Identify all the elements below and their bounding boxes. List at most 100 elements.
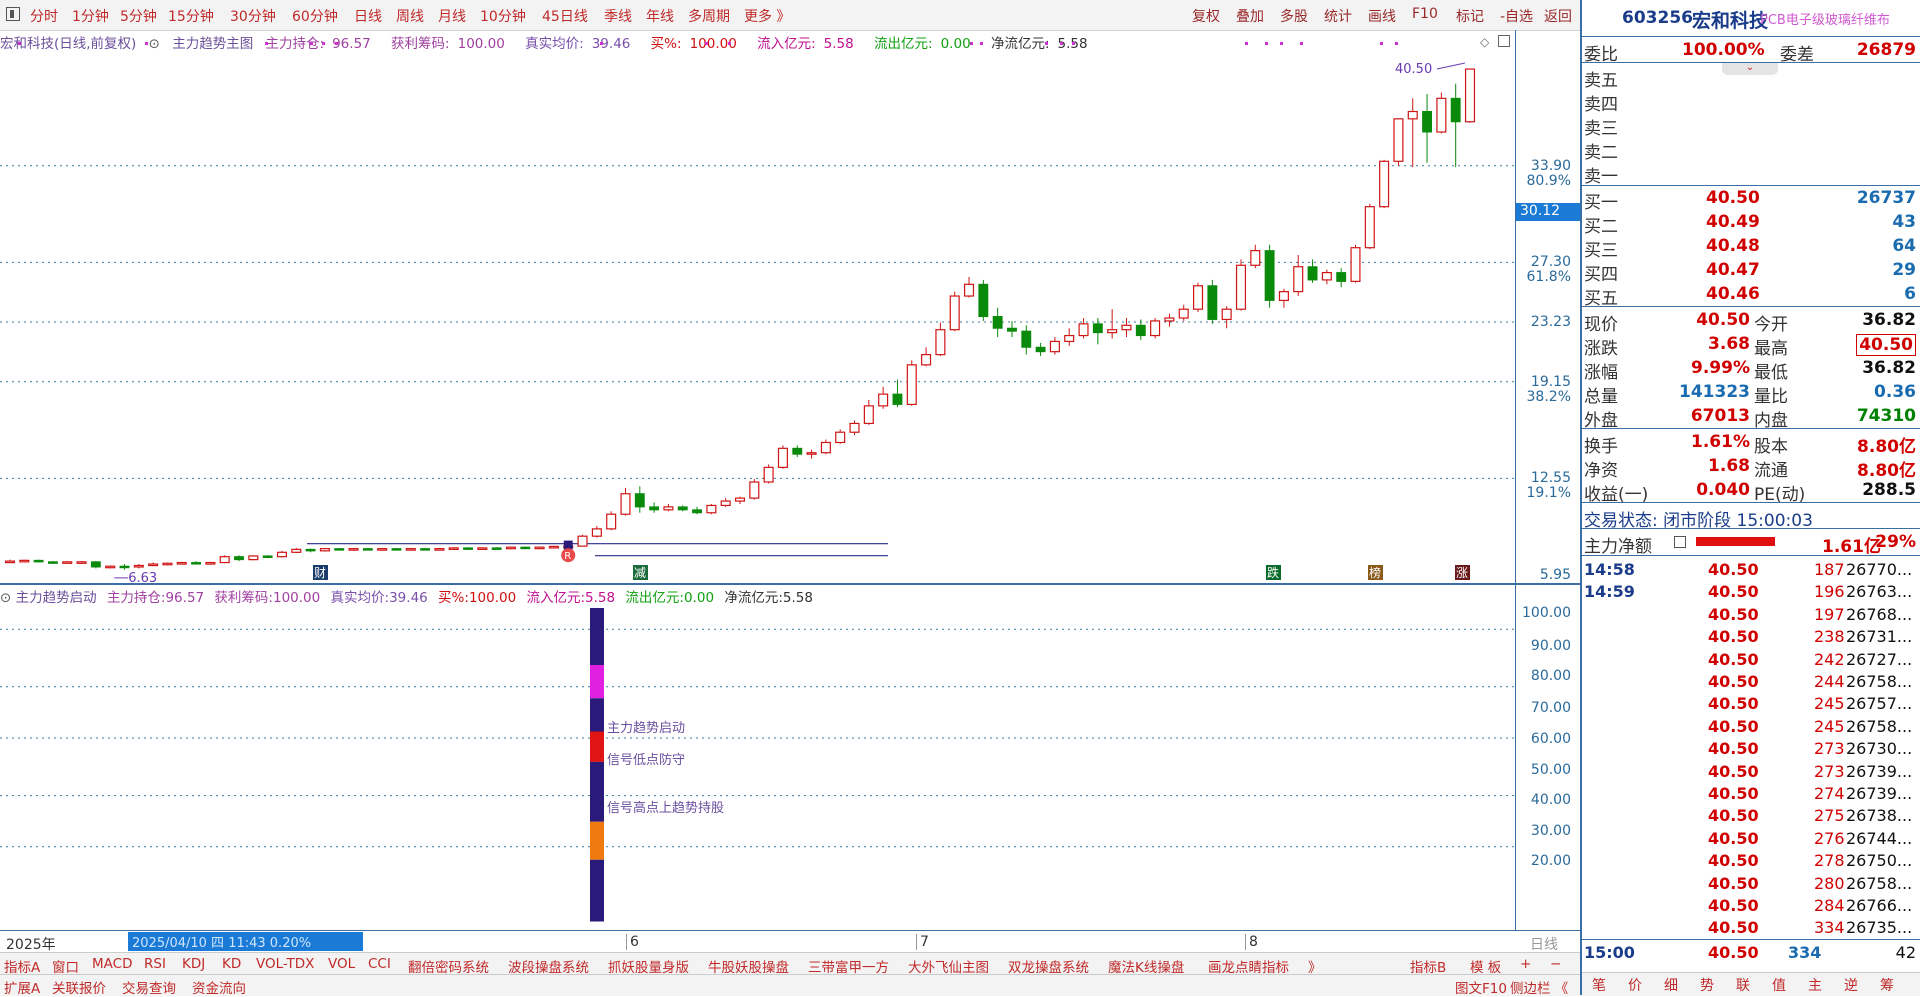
candle-body-up xyxy=(1464,68,1476,123)
indicator-tab[interactable]: MACD xyxy=(92,956,132,972)
bottom-tab[interactable]: 侧边栏 《 xyxy=(1510,977,1568,997)
period-tab[interactable]: 月线 xyxy=(438,6,466,26)
stat-value: 74310 xyxy=(1856,406,1916,426)
candle-body-up xyxy=(448,547,459,551)
panel-toggle-icon[interactable] xyxy=(6,7,20,21)
buy-row[interactable]: 买五 40.46 6 xyxy=(1582,282,1920,309)
high-pointer xyxy=(1436,62,1466,70)
period-tab[interactable]: 分时 xyxy=(30,6,58,26)
period-tab[interactable]: 日线 xyxy=(354,6,382,26)
toolbar-button[interactable]: 返回 xyxy=(1544,6,1572,26)
indicator-tab[interactable]: 双龙操盘系统 xyxy=(1008,956,1089,976)
indicator-tab[interactable]: 画龙点睛指标 xyxy=(1208,956,1289,976)
quote-footer-tab[interactable]: 联 xyxy=(1736,975,1750,995)
indicator-tab[interactable]: RSI xyxy=(144,956,166,972)
indicator-tab[interactable]: VOL-TDX xyxy=(256,956,314,972)
indicator-tab[interactable]: − xyxy=(1550,956,1561,972)
indicator-tab[interactable]: 指标B xyxy=(1410,956,1446,976)
indicator-tab[interactable]: VOL xyxy=(328,956,355,972)
stat-value: 288.5 xyxy=(1862,480,1916,500)
signal-bar-segment xyxy=(590,698,604,732)
indicator-tab[interactable]: 抓妖股量身版 xyxy=(608,956,689,976)
candle-body-up xyxy=(620,493,631,515)
toolbar-button[interactable]: 标记 xyxy=(1456,6,1484,26)
indicator-tab[interactable]: 指标A xyxy=(4,956,40,976)
quote-footer-tab[interactable]: 笔 xyxy=(1592,975,1606,995)
toolbar-button[interactable]: 叠加 xyxy=(1236,6,1264,26)
sector-label[interactable]: PCB电子级玻璃纤维布 xyxy=(1760,9,1890,28)
indicator-tab[interactable]: 三带富甲一方 xyxy=(808,956,889,976)
indicator-tab[interactable]: 翻倍密码系统 xyxy=(408,956,489,976)
bottom-tabs: 扩展A 关联报价 交易查询 资金流向 图文F10 侧边栏 《 xyxy=(0,974,1580,997)
toolbar-button[interactable]: 画线 xyxy=(1368,6,1396,26)
indicator-tab[interactable]: 魔法K线操盘 xyxy=(1108,956,1184,976)
quote-footer-tab[interactable]: 值 xyxy=(1772,975,1786,995)
period-tab[interactable]: 多周期 xyxy=(688,6,730,26)
quote-footer-tab[interactable]: 主 xyxy=(1808,975,1822,995)
list-icon[interactable] xyxy=(1674,536,1686,548)
buy-row[interactable]: 买二 40.49 43 xyxy=(1582,210,1920,237)
indicator-tab[interactable]: 波段操盘系统 xyxy=(508,956,589,976)
period-tab[interactable]: 更多 》 xyxy=(744,6,790,26)
bottom-tab[interactable]: 交易查询 xyxy=(122,977,176,997)
tick-volume: 245 xyxy=(1814,716,1845,736)
diamond-icon[interactable]: ◇ xyxy=(1480,35,1489,49)
bottom-tab[interactable]: 资金流向 xyxy=(192,977,246,997)
lower-axis: 100.00 90.00 80.00 70.00 60.00 50.00 40.00 30.0… xyxy=(1515,585,1581,930)
quote-footer-tab[interactable]: 逆 xyxy=(1844,975,1858,995)
indicator-tab[interactable]: CCI xyxy=(368,956,391,972)
bottom-tab[interactable]: 图文F10 xyxy=(1455,977,1507,997)
candle-body-up xyxy=(906,364,917,405)
period-tab[interactable]: 30分钟 xyxy=(230,6,276,26)
period-tab[interactable]: 年线 xyxy=(646,6,674,26)
candle-body-up xyxy=(133,564,144,568)
candle-body-up xyxy=(777,447,788,468)
period-tab[interactable]: 10分钟 xyxy=(480,6,526,26)
stat-row: 收益(一) 0.040 PE(动) 288.5 xyxy=(1582,478,1920,505)
indicator-tab[interactable]: + xyxy=(1520,956,1531,972)
window-icon[interactable] xyxy=(1498,35,1510,47)
lower-indicator-chart[interactable]: 主力趋势启动信号低点防守信号高点上趋势持股 xyxy=(0,600,1515,930)
indicator-tab[interactable]: 窗口 xyxy=(52,956,79,976)
candle-body-up xyxy=(1278,291,1289,302)
indicator-tab[interactable]: 牛股妖股操盘 xyxy=(708,956,789,976)
buy-row[interactable]: 买一 40.50 26737 xyxy=(1582,186,1920,213)
bottom-tab[interactable]: 扩展A xyxy=(4,977,40,997)
buy-row[interactable]: 买四 40.47 29 xyxy=(1582,258,1920,285)
quote-footer-tab[interactable]: 筹 xyxy=(1880,975,1894,995)
toolbar-button[interactable]: 复权 xyxy=(1192,6,1220,26)
toolbar-button[interactable]: 多股 xyxy=(1280,6,1308,26)
bottom-tab[interactable]: 关联报价 xyxy=(52,977,106,997)
tick-count: 26739... xyxy=(1846,761,1913,781)
toolbar-button[interactable]: -自选 xyxy=(1500,6,1533,26)
period-tab[interactable]: 5分钟 xyxy=(120,6,157,26)
period-tab[interactable]: 周线 xyxy=(396,6,424,26)
indicator-tab[interactable]: 》 xyxy=(1308,956,1322,976)
indicator-tab[interactable]: 大外飞仙主图 xyxy=(908,956,989,976)
candlestick-chart[interactable]: R 6.63 40.50 财 减 跌 榜 涨 xyxy=(0,30,1515,583)
sell-row: 卖一 xyxy=(1582,160,1920,187)
candle-body-up xyxy=(1164,317,1175,322)
period-tab[interactable]: 季线 xyxy=(604,6,632,26)
period-tab[interactable]: 45日线 xyxy=(542,6,588,26)
tick-time: 15:00 xyxy=(1584,943,1635,962)
indicator-tab[interactable]: KD xyxy=(222,956,241,972)
period-tab[interactable]: 1分钟 xyxy=(72,6,109,26)
main-net-pct: 29% xyxy=(1875,532,1916,552)
quote-panel: 603256 宏和科技 PCB电子级玻璃纤维布 委比 100.00% 委差 26… xyxy=(1580,0,1920,996)
quote-footer-tab[interactable]: 价 xyxy=(1628,975,1642,995)
tick-row: 40.50 284 26766... xyxy=(1582,894,1920,916)
buy-row[interactable]: 买三 40.48 64 xyxy=(1582,234,1920,261)
toolbar-button[interactable]: 统计 xyxy=(1324,6,1352,26)
candle-body-down xyxy=(119,565,130,569)
event-marker-text: 减 xyxy=(634,566,646,580)
toolbar-button[interactable]: F10 xyxy=(1412,6,1438,22)
quote-footer-tab[interactable]: 细 xyxy=(1664,975,1678,995)
indicator-tab[interactable]: KDJ xyxy=(182,956,205,972)
period-tab[interactable]: 15分钟 xyxy=(168,6,214,26)
indicator-tab[interactable]: 模 板 xyxy=(1470,956,1501,976)
quote-footer-tab[interactable]: 势 xyxy=(1700,975,1714,995)
candle-body-down xyxy=(334,548,345,551)
tick-row: 40.50 280 26758... xyxy=(1582,872,1920,894)
period-tab[interactable]: 60分钟 xyxy=(292,6,338,26)
